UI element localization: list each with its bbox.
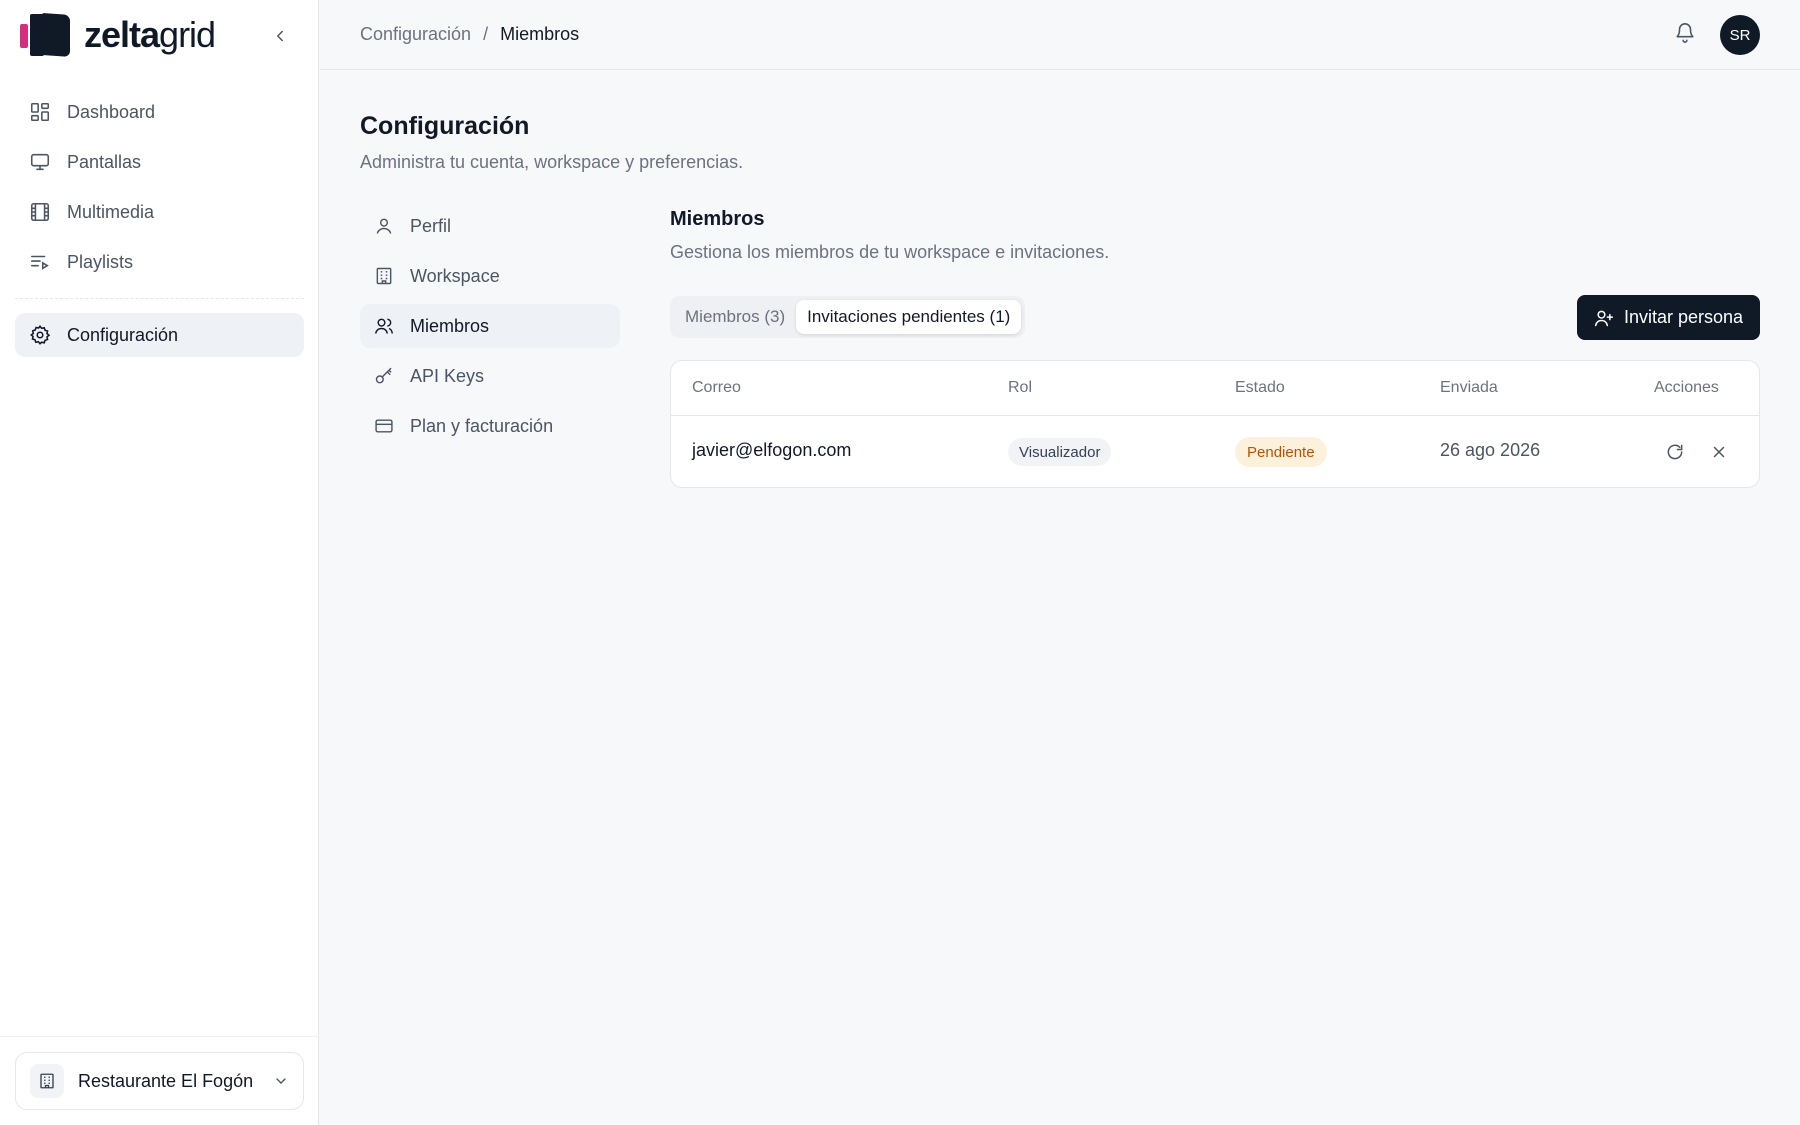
brand-logo[interactable]: zeltagrid <box>20 12 216 58</box>
nav-item-dashboard[interactable]: Dashboard <box>15 90 304 134</box>
settings-nav: Perfil Workspace Miembros API Keys Plan … <box>360 204 620 454</box>
section-title: Miembros <box>670 208 765 230</box>
notifications-button[interactable] <box>1674 22 1700 48</box>
nav-item-multimedia[interactable]: Multimedia <box>15 190 304 234</box>
invite-person-label: Invitar persona <box>1623 307 1744 327</box>
tab-pending-invitations[interactable]: Invitaciones pendientes (1) <box>796 300 1022 334</box>
workspace-switcher[interactable]: Restaurante El Fogón <box>15 1052 304 1110</box>
users-icon <box>374 318 394 334</box>
workspace-divider <box>0 1036 319 1037</box>
table-header: Correo Rol Estado Enviada Acciones <box>671 361 1759 416</box>
gear-icon <box>30 325 51 345</box>
tab-members[interactable]: Miembros (3) <box>674 300 796 334</box>
workspace-name: Restaurante El Fogón <box>78 1070 254 1091</box>
refresh-icon <box>1667 444 1683 460</box>
column-header-status: Estado <box>1235 379 1285 396</box>
brand-wordmark: zeltagrid <box>84 14 216 55</box>
chevron-down-icon <box>276 1078 286 1084</box>
section-subtitle: Gestiona los miembros de tu workspace e … <box>670 242 1110 262</box>
settings-nav-label: Plan y facturación <box>410 415 554 436</box>
sidebar: zeltagrid Dashboard Pantallas Multimedia… <box>0 0 319 1125</box>
nav-item-label: Pantallas <box>67 151 142 172</box>
revoke-invitation-button[interactable] <box>1707 440 1731 464</box>
chevron-left-icon <box>277 30 283 42</box>
column-header-actions: Acciones <box>1654 379 1719 396</box>
invitations-table: Correo Rol Estado Enviada Acciones javie… <box>670 360 1760 488</box>
breadcrumb-parent[interactable]: Configuración <box>360 24 471 45</box>
table-row: javier@elfogon.com Visualizador Pendient… <box>671 416 1759 488</box>
bell-icon <box>1676 23 1694 43</box>
settings-nav-billing[interactable]: Plan y facturación <box>360 404 620 448</box>
role-badge: Visualizador <box>1008 438 1112 466</box>
building-icon <box>376 267 392 285</box>
nav-item-playlists[interactable]: Playlists <box>15 240 304 284</box>
building-icon <box>30 1064 64 1098</box>
nav-item-pantallas[interactable]: Pantallas <box>15 140 304 184</box>
nav-item-label: Dashboard <box>67 101 156 122</box>
user-icon <box>376 218 392 234</box>
brand-mark-icon <box>20 12 70 58</box>
nav-item-label: Playlists <box>67 251 134 272</box>
settings-nav-workspace[interactable]: Workspace <box>360 254 620 298</box>
members-tabs: Miembros (3) Invitaciones pendientes (1) <box>670 296 1026 338</box>
topbar: Configuración / Miembros SR <box>320 0 1800 70</box>
settings-nav-api-keys[interactable]: API Keys <box>360 354 620 398</box>
key-icon <box>375 367 392 384</box>
settings-nav-label: Workspace <box>410 265 500 286</box>
column-header-email: Correo <box>692 379 741 396</box>
nav-item-label: Configuración <box>67 324 179 345</box>
user-plus-icon <box>1594 310 1614 326</box>
nav-item-configuracion[interactable]: Configuración <box>15 313 304 357</box>
invite-person-button[interactable]: Invitar persona <box>1577 295 1760 340</box>
dashboard-icon <box>30 102 50 122</box>
nav-item-label: Multimedia <box>67 201 155 222</box>
settings-nav-label: Miembros <box>410 315 490 336</box>
resend-invitation-button[interactable] <box>1663 440 1687 464</box>
main-nav: Dashboard Pantallas Multimedia Playlists… <box>15 90 304 363</box>
film-icon <box>30 202 50 222</box>
breadcrumb: Configuración / Miembros <box>360 24 579 45</box>
status-badge: Pendiente <box>1235 437 1327 467</box>
collapse-sidebar-button[interactable] <box>266 22 294 50</box>
page-subtitle: Administra tu cuenta, workspace y prefer… <box>360 152 744 172</box>
column-header-role: Rol <box>1008 379 1033 396</box>
column-header-sent: Enviada <box>1440 379 1498 396</box>
breadcrumb-separator: / <box>483 24 489 44</box>
page-title: Configuración <box>360 112 530 140</box>
user-avatar[interactable]: SR <box>1720 15 1760 55</box>
nav-divider <box>15 298 304 299</box>
invite-email: javier@elfogon.com <box>692 440 852 460</box>
invite-sent-date: 26 ago 2026 <box>1440 440 1541 460</box>
settings-nav-perfil[interactable]: Perfil <box>360 204 620 248</box>
breadcrumb-current: Miembros <box>500 24 580 44</box>
playlist-icon <box>30 255 49 270</box>
credit-card-icon <box>375 419 393 433</box>
settings-nav-label: Perfil <box>410 215 452 236</box>
settings-nav-label: API Keys <box>410 365 485 386</box>
settings-nav-miembros[interactable]: Miembros <box>360 304 620 348</box>
close-icon <box>1713 446 1725 458</box>
monitor-icon <box>30 153 50 171</box>
